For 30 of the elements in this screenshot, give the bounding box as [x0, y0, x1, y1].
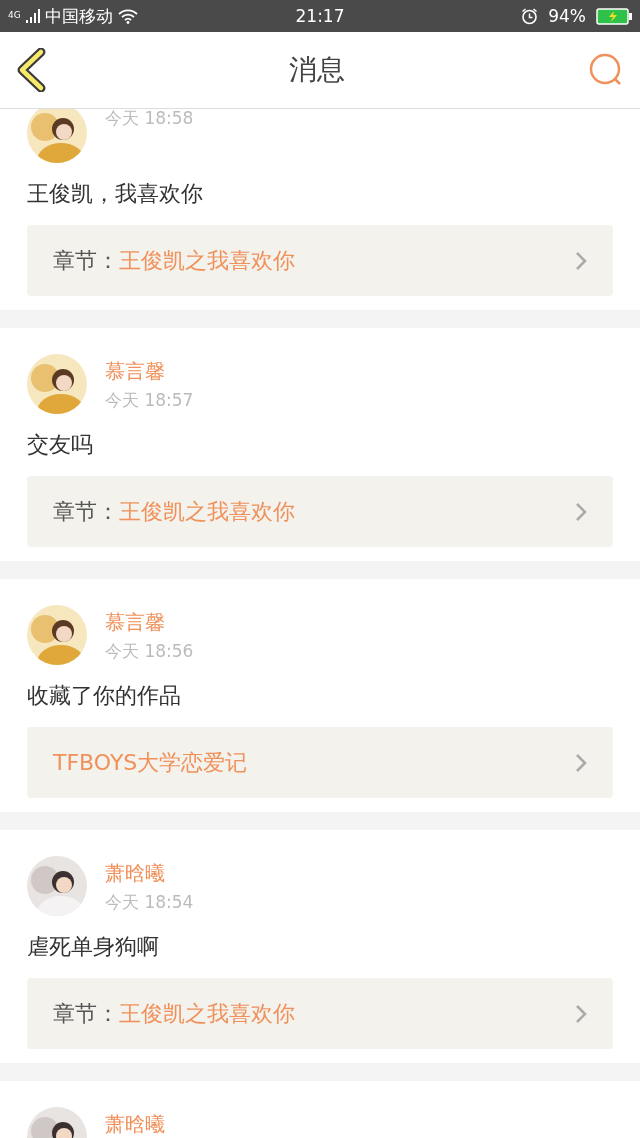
message-time: 今天 18:56: [105, 640, 194, 663]
message-time: 今天 18:57: [105, 389, 194, 412]
chevron-right-icon: [575, 752, 587, 773]
message-text: 虐死单身狗啊: [27, 933, 160, 961]
message-text: 王俊凯，我喜欢你: [27, 180, 204, 208]
alarm-icon: [521, 7, 539, 25]
user-name[interactable]: 萧晗曦: [105, 860, 194, 887]
wifi-icon: [117, 8, 138, 24]
battery-percent: 94%: [548, 6, 586, 26]
work-link[interactable]: TFBOYS大学恋爱记: [27, 727, 613, 798]
carrier-name: 中国移动: [44, 4, 113, 28]
chapter-link[interactable]: 章节：王俊凯之我喜欢你: [27, 225, 613, 296]
chapter-link[interactable]: 章节：王俊凯之我喜欢你: [27, 476, 613, 547]
back-icon[interactable]: [16, 48, 46, 92]
signal-icon: [25, 9, 40, 23]
user-name[interactable]: 慕言馨: [105, 609, 194, 636]
message-text: 收藏了你的作品: [27, 682, 182, 710]
clock-time: 21:17: [295, 6, 345, 26]
user-name[interactable]: 萧晗曦: [105, 1111, 165, 1138]
page-title: 消息: [289, 52, 345, 88]
user-name[interactable]: 慕言馨: [105, 358, 194, 385]
chevron-right-icon: [575, 250, 587, 271]
chevron-right-icon: [575, 501, 587, 522]
chapter-link[interactable]: 章节：王俊凯之我喜欢你: [27, 978, 613, 1049]
network-type: 4G: [8, 10, 21, 20]
message-text: 交友吗: [27, 431, 94, 459]
battery-icon: [596, 7, 632, 25]
chevron-right-icon: [575, 1003, 587, 1024]
message-time: 今天 18:54: [105, 891, 194, 914]
message-time: 今天 18:58: [105, 109, 194, 130]
